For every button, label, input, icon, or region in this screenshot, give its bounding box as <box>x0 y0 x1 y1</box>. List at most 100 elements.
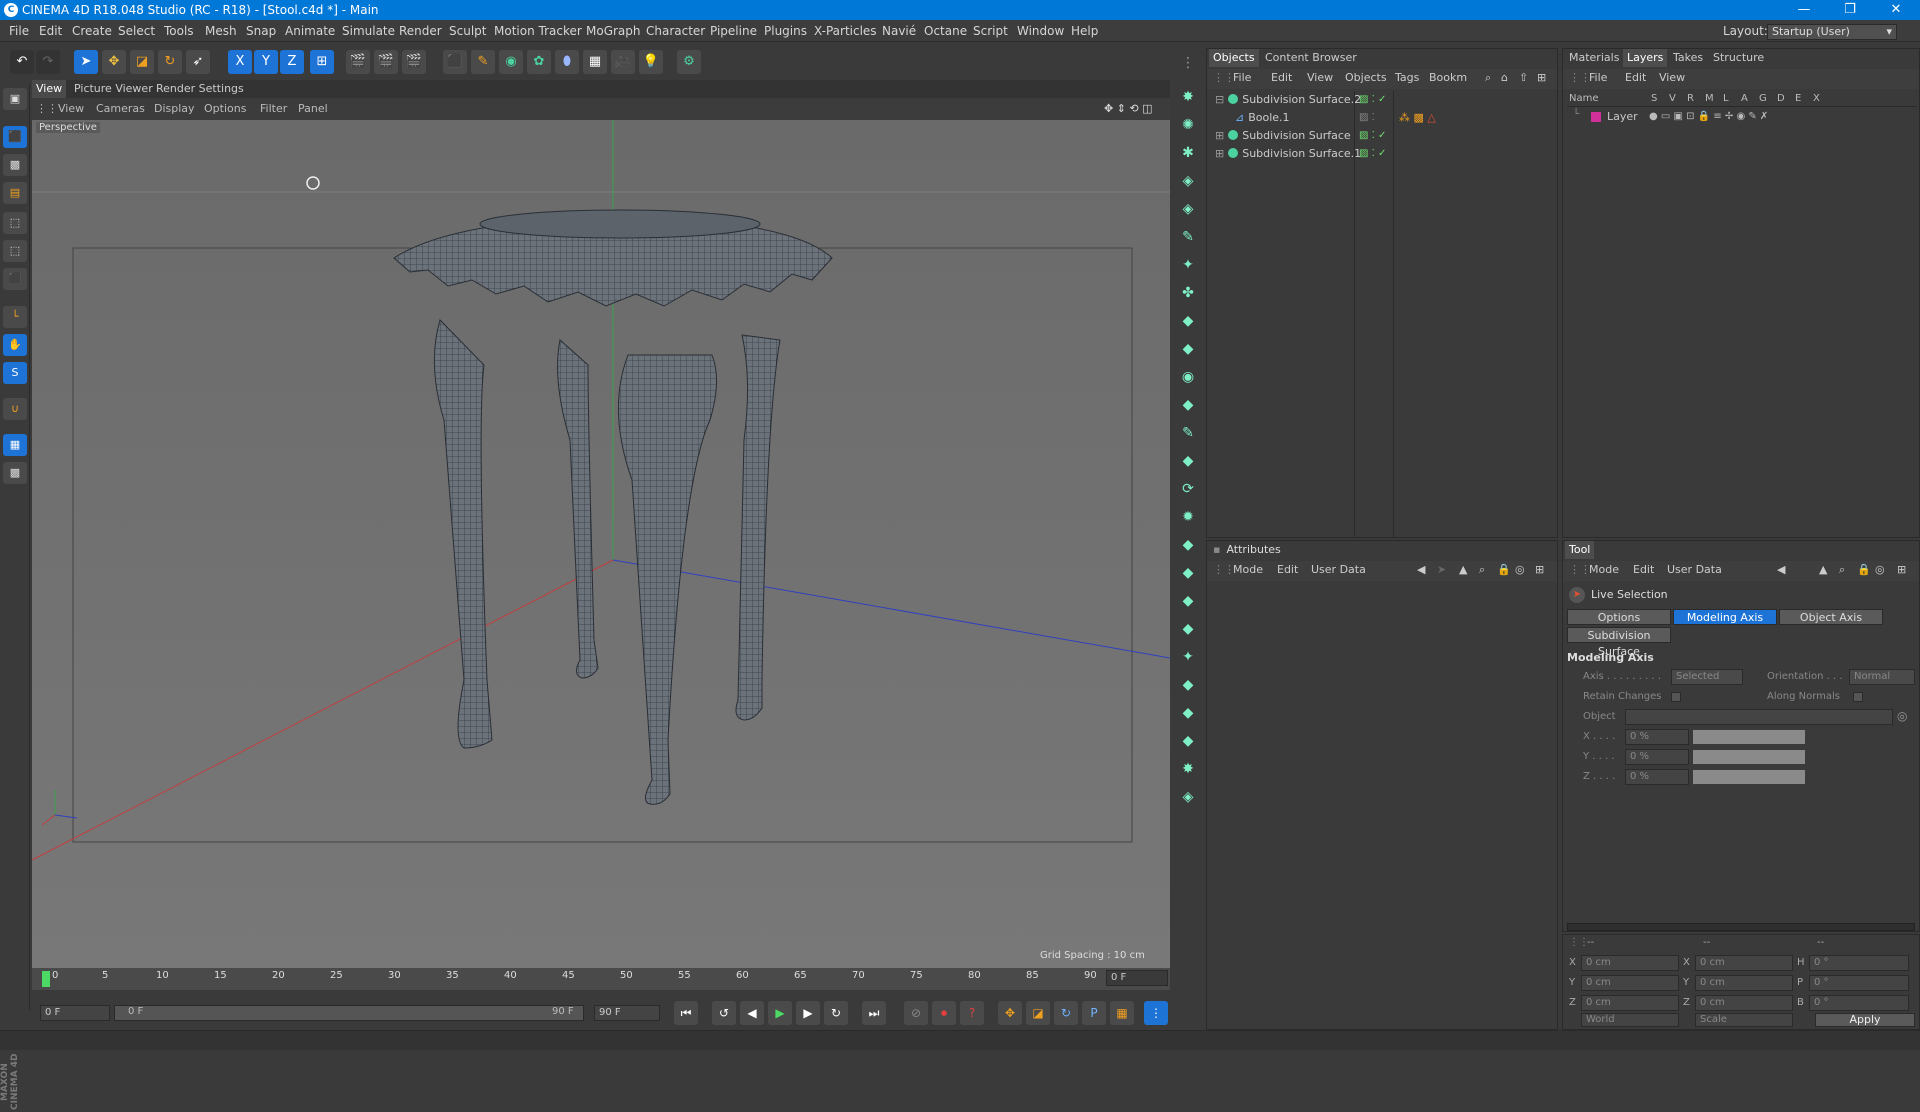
menu-navie[interactable]: Navié <box>882 20 916 42</box>
menu-render[interactable]: Render <box>399 20 442 42</box>
tweak-mode-icon[interactable]: ✋ <box>3 334 27 356</box>
layout-dropdown[interactable]: Startup (User) ▾ <box>1767 24 1897 40</box>
objects-menu-tags[interactable]: Tags <box>1395 69 1419 87</box>
rotate-icon[interactable]: ↻ <box>158 50 182 74</box>
go-to-end-icon[interactable]: ⏭ <box>862 1001 886 1025</box>
floor-icon[interactable]: ▦ <box>583 50 607 74</box>
octane-sky-icon[interactable]: ✦ <box>1176 254 1200 276</box>
tab-takes[interactable]: Takes <box>1669 49 1707 67</box>
points-mode-icon[interactable]: ⬚ <box>3 212 27 234</box>
octane-scatter-icon[interactable]: ◆ <box>1176 310 1200 332</box>
x-slider[interactable] <box>1693 730 1805 744</box>
light-icon[interactable]: 💡 <box>639 50 663 74</box>
visibility-check-icon[interactable]: ▨ ⁚ ✓ <box>1359 145 1386 163</box>
object-link-field[interactable] <box>1625 709 1893 725</box>
octane-aov-icon[interactable]: ✎ <box>1176 422 1200 444</box>
octane-gradient-icon[interactable]: ◆ <box>1176 674 1200 696</box>
axis-mode-icon[interactable]: └ <box>3 306 27 328</box>
subdivision-surface-tab[interactable]: Subdivision Surface <box>1567 627 1671 658</box>
pos-x-field[interactable]: 0 cm <box>1581 955 1679 971</box>
tree-row[interactable]: ⊞ Subdivision Surface.1 ▨ ⁚ ✓ <box>1207 145 1557 163</box>
x-axis-lock-icon[interactable]: X <box>228 50 252 74</box>
redo-icon[interactable]: ↷ <box>36 50 60 74</box>
tool-menu-edit[interactable]: Edit <box>1633 561 1654 579</box>
menu-script[interactable]: Script <box>973 20 1008 42</box>
menu-animate[interactable]: Animate <box>285 20 335 42</box>
pointer-icon[interactable]: ▲ <box>1459 561 1467 579</box>
home-icon[interactable]: ⌂ <box>1501 69 1508 87</box>
viewport-menu-panel[interactable]: Panel <box>298 99 328 119</box>
menu-pipeline[interactable]: Pipeline <box>710 20 757 42</box>
size-y-field[interactable]: 0 cm <box>1695 975 1793 991</box>
move-icon[interactable]: ✥ <box>102 50 126 74</box>
layers-menu-edit[interactable]: Edit <box>1625 69 1646 87</box>
subdivision-surface-icon[interactable]: ◉ <box>499 50 523 74</box>
tab-view[interactable]: View <box>32 80 67 98</box>
object-axis-button[interactable]: Object Axis <box>1779 609 1883 625</box>
keyframe-help-icon[interactable]: ? <box>960 1001 984 1025</box>
retain-changes-checkbox[interactable] <box>1671 692 1681 702</box>
tree-row[interactable]: ⊟ Subdivision Surface.2 ▨ ⁚ ✓ <box>1207 91 1557 109</box>
deformer-icon[interactable]: ⬮ <box>555 50 579 74</box>
visibility-check-icon[interactable]: ▨ ⁚ ✓ <box>1359 127 1386 145</box>
tool-menu-user-data[interactable]: User Data <box>1667 561 1722 579</box>
tree-item-subdivision-surface[interactable]: ⊞ Subdivision Surface <box>1215 127 1351 145</box>
tree-row[interactable]: ⊞ Subdivision Surface ▨ ⁚ ✓ <box>1207 127 1557 145</box>
layer-row[interactable]: └ Layer ● ▭ ▣ ⊡ 🔒 ≡ ✢ ◉ ✎ ✗ <box>1567 109 1917 125</box>
attributes-menu-user-data[interactable]: User Data <box>1311 561 1366 579</box>
key-position-icon[interactable]: ✥ <box>998 1001 1022 1025</box>
menu-select[interactable]: Select <box>118 20 155 42</box>
y-slider[interactable] <box>1693 750 1805 764</box>
viewport-navigation-icons[interactable]: ✥ ⇕ ⟲ ◫ <box>1104 99 1153 119</box>
octane-fog-icon[interactable]: ✤ <box>1176 282 1200 304</box>
next-frame-icon[interactable]: ▶ <box>796 1001 820 1025</box>
menu-octane[interactable]: Octane <box>924 20 967 42</box>
attributes-menu-edit[interactable]: Edit <box>1277 561 1298 579</box>
rot-p-field[interactable]: 0 ° <box>1809 975 1909 991</box>
objects-menu-bookmarks[interactable]: Bookm <box>1429 69 1467 87</box>
viewport-menu-display[interactable]: Display <box>154 99 195 119</box>
camera-icon[interactable]: 🎥 <box>611 50 635 74</box>
undo-icon[interactable]: ↶ <box>10 50 34 74</box>
horizontal-scrollbar[interactable] <box>1567 923 1915 931</box>
model-mode-icon[interactable]: ⬛ <box>3 126 27 148</box>
search-icon[interactable]: ⌕ <box>1839 561 1845 579</box>
tree-item-subdivision-surface-1[interactable]: ⊞ Subdivision Surface.1 <box>1215 145 1361 163</box>
octane-env-icon[interactable]: ◆ <box>1176 534 1200 556</box>
menu-mograph[interactable]: MoGraph <box>586 20 641 42</box>
octane-uvw-icon[interactable]: ◆ <box>1176 730 1200 752</box>
axis-dropdown[interactable]: Selected <box>1671 669 1743 685</box>
tab-render-settings[interactable]: Render Settings <box>152 80 248 98</box>
go-to-start-icon[interactable]: ⏮ <box>674 1001 698 1025</box>
octane-material-icon[interactable]: ◈ <box>1176 170 1200 192</box>
layers-menu-file[interactable]: File <box>1589 69 1607 87</box>
apply-button[interactable]: Apply <box>1815 1013 1915 1027</box>
cube-icon[interactable]: ⬛ <box>443 50 467 74</box>
octane-texture-icon[interactable]: ◆ <box>1176 394 1200 416</box>
menu-plugins[interactable]: Plugins <box>764 20 807 42</box>
render-view-icon[interactable]: 🎬 <box>346 50 370 74</box>
size-x-field[interactable]: 0 cm <box>1695 955 1793 971</box>
layer-name[interactable]: Layer <box>1607 109 1638 125</box>
menu-motion-tracker[interactable]: Motion Tracker <box>494 20 582 42</box>
previous-frame-icon[interactable]: ◀ <box>740 1001 764 1025</box>
viewport-menu-filter[interactable]: Filter <box>260 99 287 119</box>
recent-tool-icon[interactable]: ➶ <box>186 50 210 74</box>
tree-row[interactable]: ⊿ Boole.1 ▨ ⁚ ⁂ ▩ △ <box>1207 109 1557 127</box>
layer-toggle-icons[interactable]: ● ▭ ▣ ⊡ 🔒 ≡ ✢ ◉ ✎ ✗ <box>1649 109 1768 125</box>
back-arrow-icon[interactable]: ◀ <box>1417 561 1425 579</box>
layers-menu-view[interactable]: View <box>1659 69 1685 87</box>
render-picture-viewer-icon[interactable]: 🎬 <box>374 50 398 74</box>
menu-simulate[interactable]: Simulate <box>342 20 395 42</box>
viewport-menu-cameras[interactable]: Cameras <box>96 99 145 119</box>
start-frame-field[interactable]: 0 F <box>40 1005 110 1021</box>
options-button[interactable]: Options <box>1567 609 1671 625</box>
viewport-menu-options[interactable]: Options <box>204 99 246 119</box>
grid-icon[interactable]: ▩ <box>3 462 27 484</box>
menu-character[interactable]: Character <box>646 20 705 42</box>
octane-volume-icon[interactable]: ◆ <box>1176 338 1200 360</box>
objects-menu-objects[interactable]: Objects <box>1345 69 1387 87</box>
magnet-icon[interactable]: ∪ <box>3 398 27 420</box>
coordinate-space-dropdown[interactable]: World <box>1581 1013 1679 1027</box>
playhead[interactable] <box>42 971 50 987</box>
